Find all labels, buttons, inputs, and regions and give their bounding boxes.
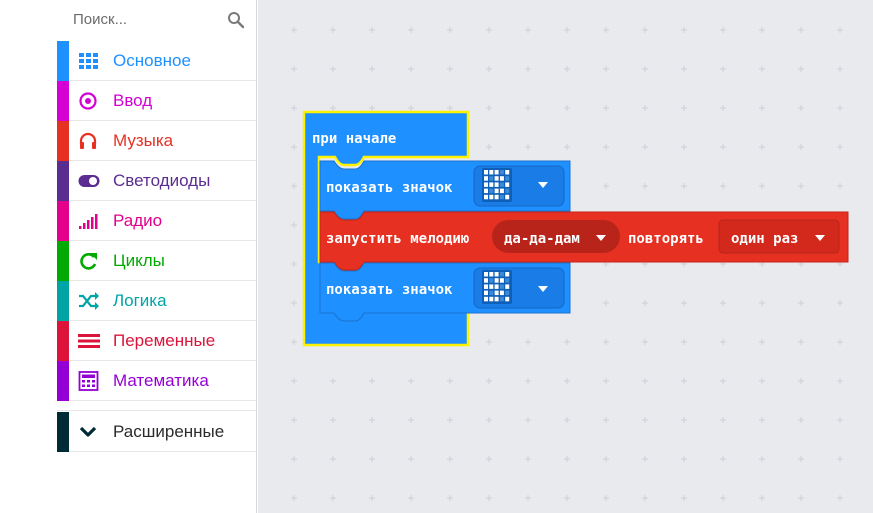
category-radio[interactable]: Радио	[57, 201, 256, 241]
category-color-bar	[57, 81, 69, 121]
melody-value: да-да-дам	[504, 231, 580, 247]
category-label: Светодиоды	[113, 171, 211, 190]
show-icon-block[interactable]: показать значок	[319, 160, 571, 220]
category-logic[interactable]: Логика	[57, 281, 256, 321]
category-label: Основное	[113, 51, 191, 70]
category-label: Циклы	[113, 251, 165, 270]
category-variables[interactable]: Переменные	[57, 321, 256, 361]
show-icon-label: показать значок	[326, 180, 453, 196]
category-math[interactable]: Математика	[57, 361, 256, 401]
category-color-bar	[57, 161, 69, 201]
repeat-dropdown[interactable]: один раз	[718, 219, 840, 254]
calculator-icon	[78, 371, 99, 391]
category-label: Ввод	[113, 91, 153, 110]
search-box[interactable]: Поиск...	[57, 0, 256, 40]
icon-picker-dropdown[interactable]	[473, 267, 565, 309]
circle-target-icon	[79, 92, 97, 110]
category-color-bar	[57, 241, 69, 281]
chevron-down-icon	[79, 426, 97, 437]
led-icon-preview	[482, 168, 512, 202]
category-loops[interactable]: Циклы	[57, 241, 256, 281]
show-icon-block[interactable]: показать значок	[319, 262, 571, 322]
category-label: Расширенные	[113, 422, 225, 441]
category-label: Математика	[113, 371, 209, 390]
category-label: Музыка	[113, 131, 174, 150]
category-color-bar	[57, 321, 69, 361]
signal-bars-icon	[79, 214, 98, 229]
grid-icon	[79, 53, 98, 69]
lines-icon	[78, 334, 100, 348]
toggle-icon	[78, 175, 100, 187]
on-start-label: при начале	[312, 131, 396, 147]
category-label: Логика	[113, 291, 167, 310]
melody-dropdown[interactable]: да-да-дам	[492, 220, 620, 253]
category-label: Радио	[113, 211, 163, 230]
blocks-canvas: при начале показать значок запустить мел…	[302, 110, 849, 347]
loop-icon	[80, 253, 97, 270]
icon-picker-dropdown[interactable]	[473, 165, 565, 207]
blocks-workspace[interactable]: при начале показать значок запустить мел…	[258, 0, 873, 513]
category-advanced[interactable]: Расширенные	[57, 412, 256, 452]
category-color-bar	[57, 361, 69, 401]
category-label: Переменные	[113, 331, 216, 350]
show-icon-label: показать значок	[326, 282, 453, 298]
toolbox-divider	[57, 401, 256, 411]
shuffle-icon	[79, 292, 99, 310]
repeat-value: один раз	[731, 231, 798, 247]
toolbox: Поиск... Основное Ввод Музыка Светодиоды…	[57, 0, 257, 513]
repeat-label: повторять	[628, 231, 704, 247]
headphones-icon	[79, 132, 97, 149]
search-icon[interactable]	[227, 11, 245, 29]
category-color-bar	[57, 201, 69, 241]
left-margin	[0, 0, 57, 513]
play-melody-block[interactable]: запустить мелодию да-да-дам повторять од…	[319, 211, 849, 271]
category-music[interactable]: Музыка	[57, 121, 256, 161]
category-basic[interactable]: Основное	[57, 41, 256, 81]
category-input[interactable]: Ввод	[57, 81, 256, 121]
category-color-bar	[57, 41, 69, 81]
search-input[interactable]: Поиск...	[73, 11, 127, 28]
play-melody-label: запустить мелодию	[326, 231, 469, 247]
category-led[interactable]: Светодиоды	[57, 161, 256, 201]
category-color-bar	[57, 281, 69, 321]
category-color-bar	[57, 412, 69, 452]
category-color-bar	[57, 121, 69, 161]
led-icon-preview	[482, 270, 512, 304]
